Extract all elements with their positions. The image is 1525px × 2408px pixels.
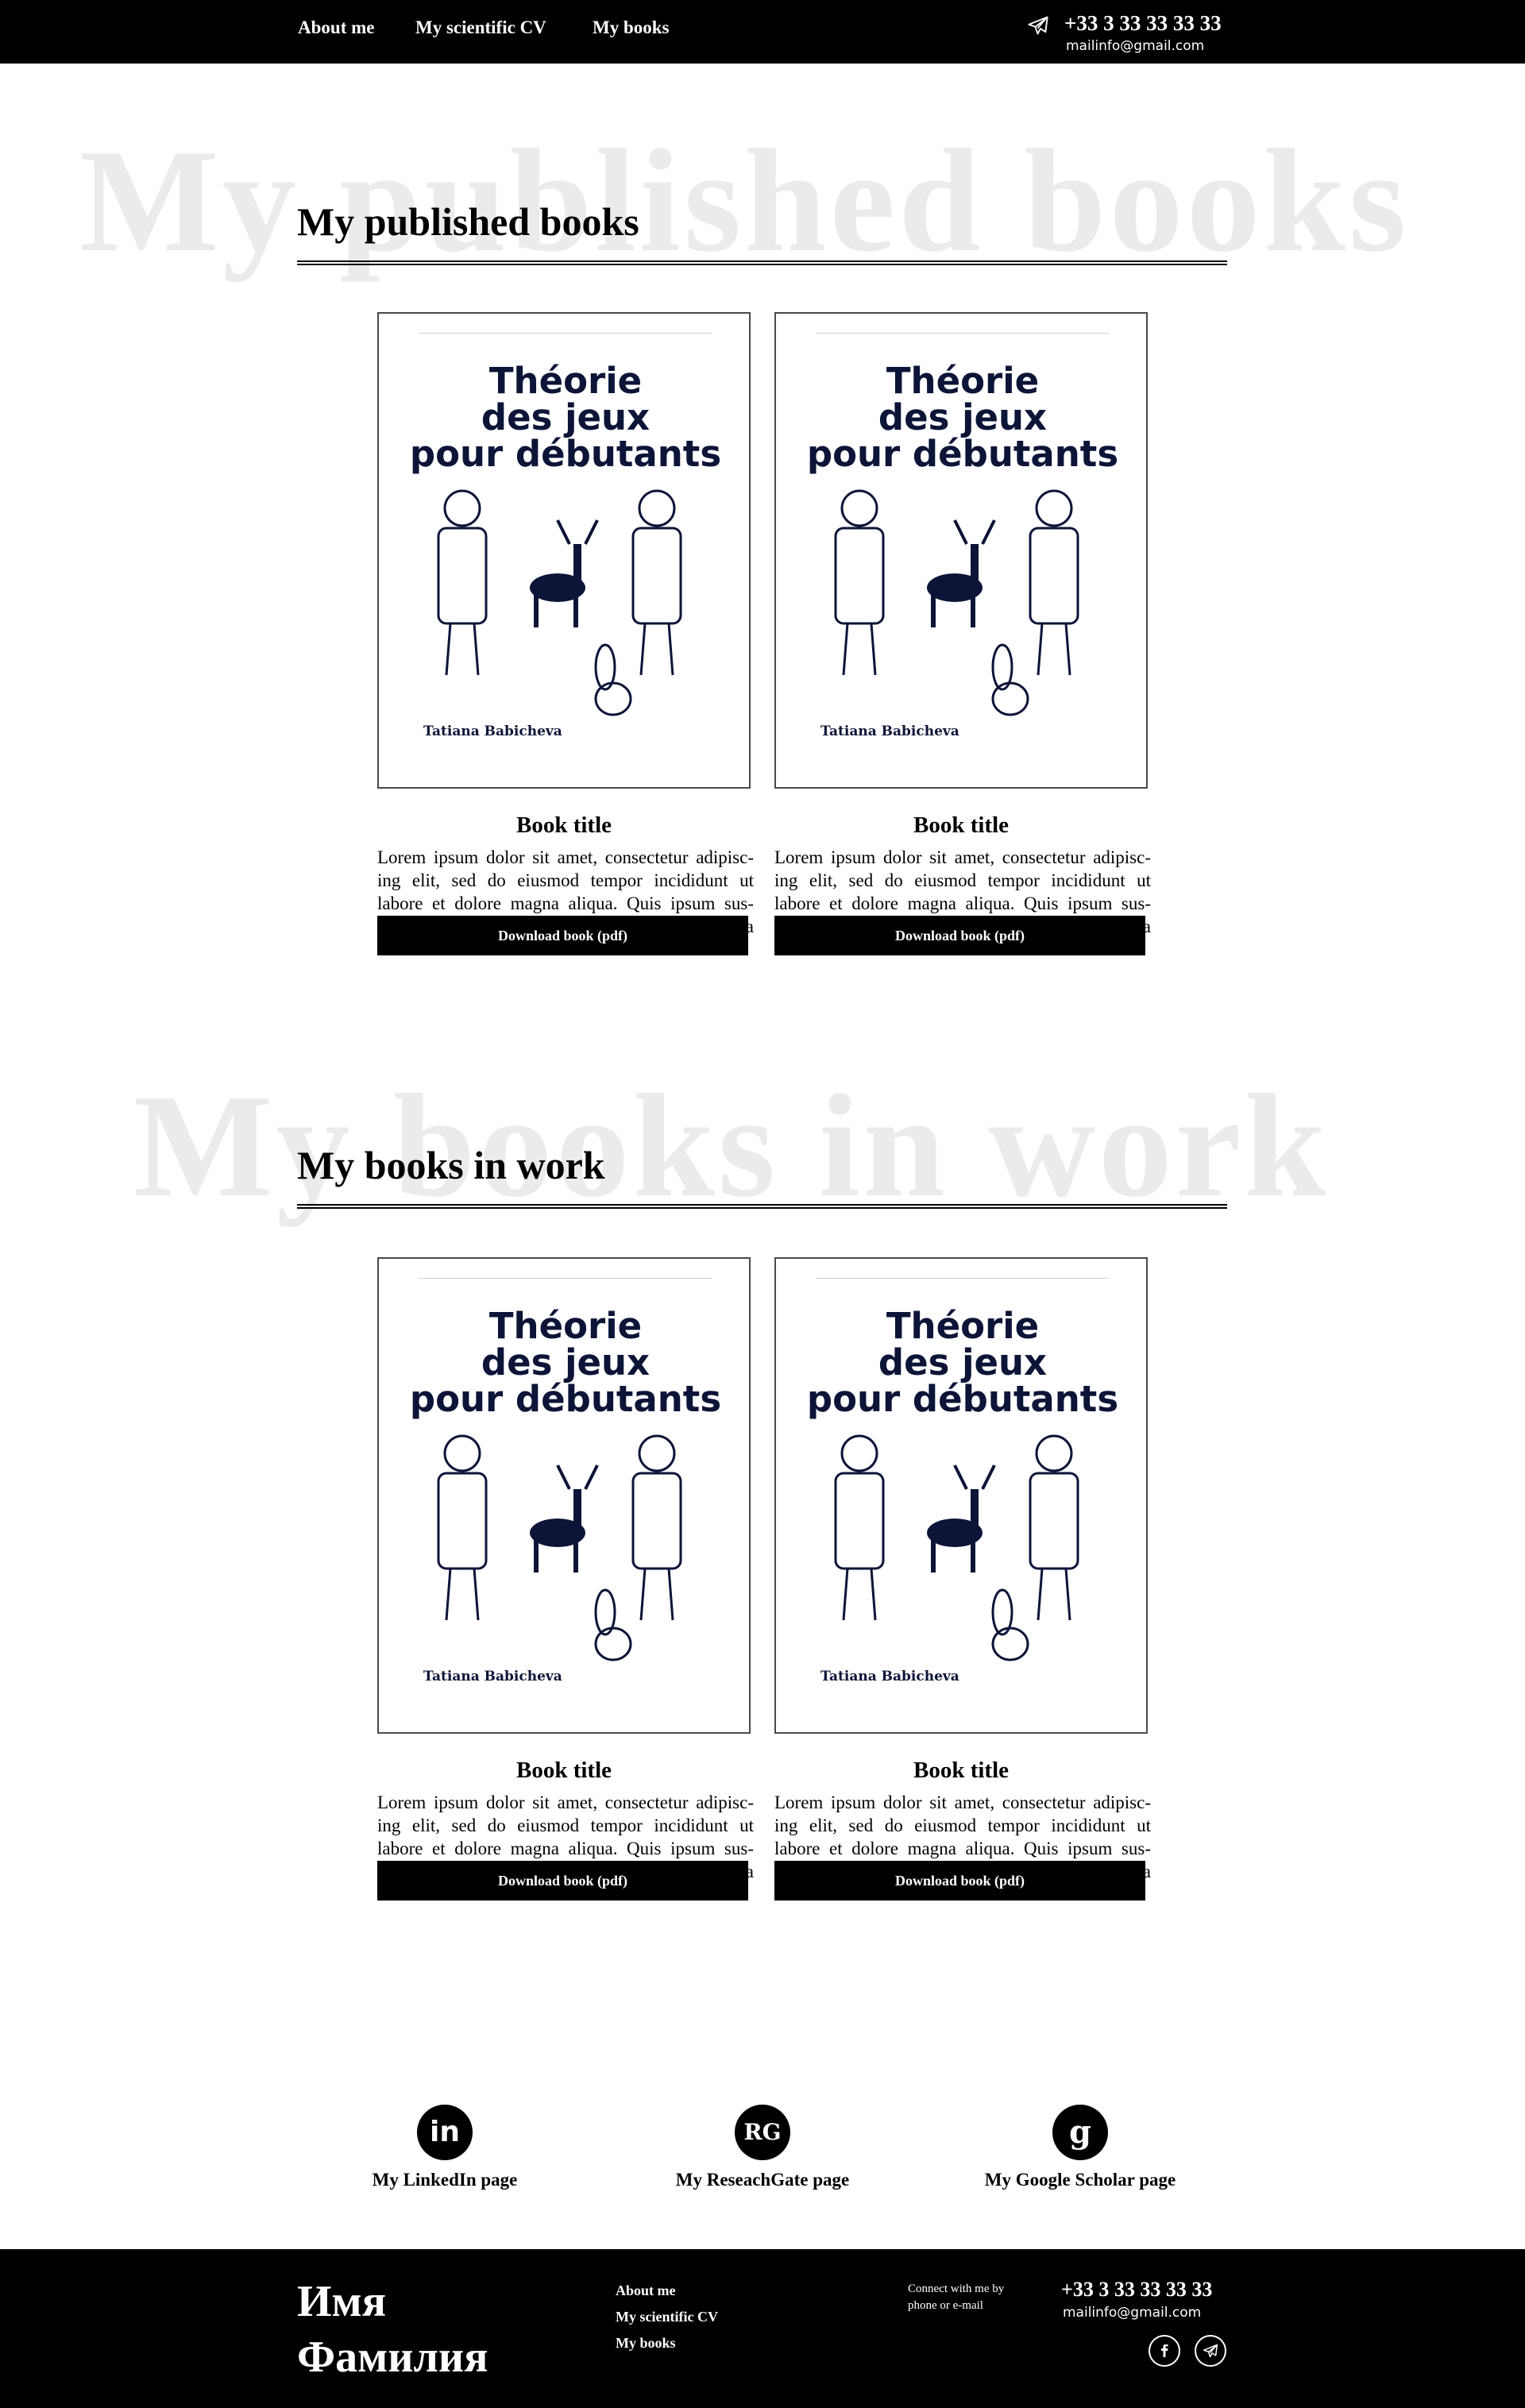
footer-email[interactable]: mailinfo@gmail.com: [1063, 2305, 1201, 2321]
download-book-button[interactable]: Download book (pdf): [774, 1861, 1145, 1901]
book-cover[interactable]: Théorie des jeux pour débutants Tatiana …: [774, 1257, 1148, 1734]
header-email[interactable]: mailinfo@gmail.com: [1066, 38, 1204, 54]
footer-link-about-me[interactable]: About me: [616, 2283, 676, 2299]
footer-connect-text: Connect with me by phone or e-mail: [908, 2283, 1005, 2312]
google-scholar-icon[interactable]: g: [1052, 2105, 1108, 2160]
cover-rule: [419, 333, 712, 334]
download-book-button[interactable]: Download book (pdf): [377, 1861, 748, 1901]
footer-last-name: Фамилия: [297, 2333, 488, 2382]
book-title: Book title: [515, 1758, 612, 1783]
cover-illustration-icon: [437, 1434, 682, 1661]
cover-rule: [816, 1278, 1110, 1279]
cover-rule: [816, 333, 1110, 334]
cover-rule: [419, 1278, 712, 1279]
book-title: Book title: [515, 812, 612, 838]
section-divider: [297, 1204, 1227, 1209]
cover-illustration-icon: [834, 1434, 1079, 1661]
section-divider: [297, 260, 1227, 265]
footer-link-scientific-cv[interactable]: My scientific CV: [616, 2309, 718, 2325]
cover-author: Tatiana Babicheva: [423, 1669, 562, 1684]
header-phone[interactable]: +33 3 33 33 33 33: [1064, 11, 1222, 36]
telegram-plane-icon[interactable]: [1026, 14, 1050, 37]
researchgate-icon[interactable]: RG: [735, 2105, 790, 2160]
telegram-icon[interactable]: [1195, 2335, 1226, 2367]
linkedin-icon[interactable]: in: [417, 2105, 473, 2160]
cover-title: Théorie des jeux pour débutants: [409, 360, 722, 475]
footer-link-my-books[interactable]: My books: [616, 2335, 676, 2352]
social-google-scholar-label[interactable]: My Google Scholar page: [961, 2170, 1199, 2190]
book-title: Book title: [913, 812, 1010, 838]
book-cover[interactable]: Théorie des jeux pour débutants Tatiana …: [774, 312, 1148, 789]
download-book-button[interactable]: Download book (pdf): [377, 916, 748, 955]
social-researchgate-label[interactable]: My ReseachGate page: [643, 2170, 882, 2190]
footer-phone[interactable]: +33 3 33 33 33 33: [1061, 2278, 1212, 2302]
footer: Имя Фамилия About me My scientific CV My…: [0, 2249, 1525, 2408]
book-cover[interactable]: Théorie des jeux pour débutants Tatiana …: [377, 1257, 751, 1734]
cover-author: Tatiana Babicheva: [820, 1669, 959, 1684]
cover-illustration-icon: [437, 489, 682, 716]
cover-title: Théorie des jeux pour débutants: [806, 360, 1119, 475]
section-title-published: My published books: [297, 199, 639, 244]
section-ghost-heading: My published books: [79, 119, 1410, 283]
nav-link-about-me[interactable]: About me: [298, 17, 374, 38]
footer-first-name: Имя: [297, 2277, 386, 2326]
cover-author: Tatiana Babicheva: [820, 724, 959, 739]
social-linkedin-label[interactable]: My LinkedIn page: [326, 2170, 564, 2190]
cover-title: Théorie des jeux pour débutants: [806, 1305, 1119, 1420]
nav-link-my-books[interactable]: My books: [593, 17, 670, 38]
top-nav-bar: About me My scientific CV My books +33 3…: [0, 0, 1525, 64]
download-book-button[interactable]: Download book (pdf): [774, 916, 1145, 955]
section-title-in-work: My books in work: [297, 1143, 605, 1187]
cover-title: Théorie des jeux pour débutants: [409, 1305, 722, 1420]
nav-link-scientific-cv[interactable]: My scientific CV: [415, 17, 546, 38]
cover-author: Tatiana Babicheva: [423, 724, 562, 739]
book-title: Book title: [913, 1758, 1010, 1783]
cover-illustration-icon: [834, 489, 1079, 716]
facebook-icon[interactable]: [1149, 2335, 1180, 2367]
book-cover[interactable]: Théorie des jeux pour débutants Tatiana …: [377, 312, 751, 789]
